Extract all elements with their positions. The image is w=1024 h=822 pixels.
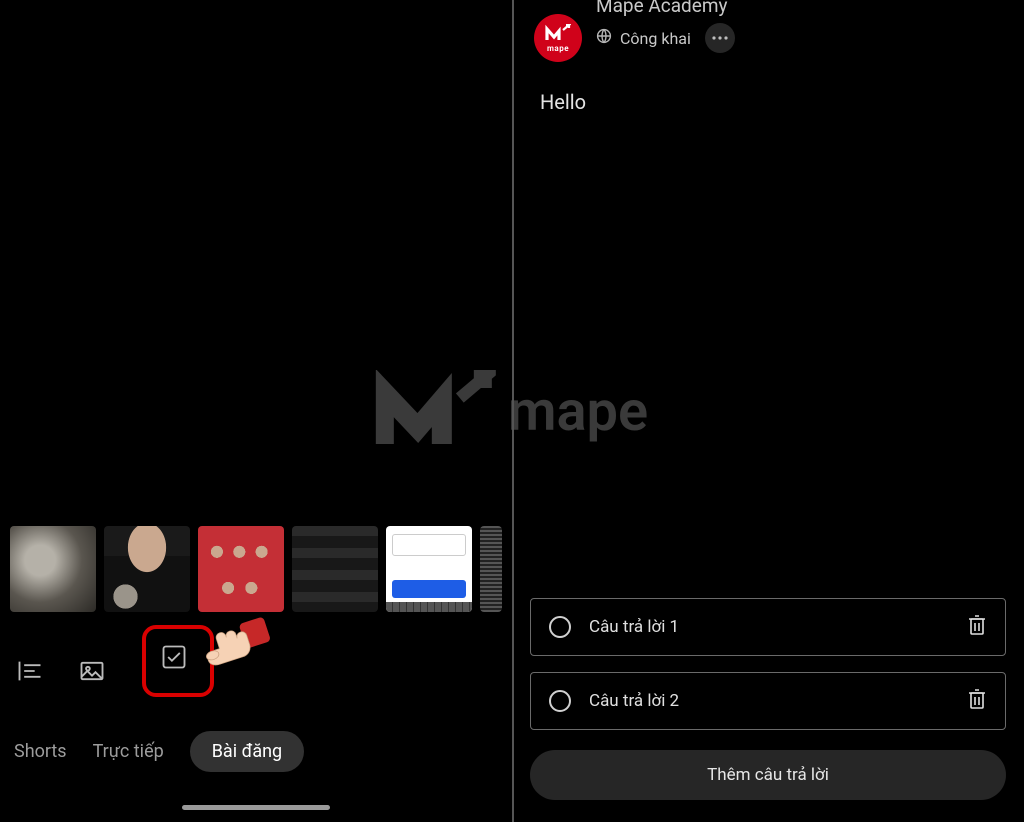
gallery-thumb-cat[interactable] [10,526,96,612]
image-icon[interactable] [78,657,106,685]
gallery-thumb-team[interactable] [198,526,284,612]
pointing-hand-icon [194,609,278,679]
gallery-thumb-form[interactable] [386,526,472,612]
left-pane: Shorts Trực tiếp Bài đăng [0,0,512,822]
tab-live[interactable]: Trực tiếp [93,741,164,762]
gallery-thumb-overflow[interactable] [480,526,502,612]
gallery-strip[interactable] [0,523,512,615]
tab-post[interactable]: Bài đăng [190,731,304,772]
poll-option-2-label: Câu trả lời 2 [589,691,949,711]
privacy-label[interactable]: Công khai [620,29,691,48]
radio-icon[interactable] [549,690,571,712]
gallery-thumb-person[interactable] [104,526,190,612]
radio-icon[interactable] [549,616,571,638]
profile-name[interactable]: Mape Academy [596,0,735,17]
poll-area: Câu trả lời 1 Câu trả lời 2 Thêm câu trả… [530,598,1006,800]
home-indicator [182,805,330,810]
tool-row [0,615,512,709]
add-poll-option-button[interactable]: Thêm câu trả lời [530,750,1006,800]
poll-check-icon[interactable] [160,643,188,671]
more-button[interactable] [705,23,735,53]
poll-option-1[interactable]: Câu trả lời 1 [530,598,1006,656]
avatar-logo-text: mape [547,44,569,53]
right-pane: mape Mape Academy Công khai Hello Câu tr… [512,0,1024,822]
delete-icon[interactable] [967,688,987,715]
align-left-icon[interactable] [16,657,44,685]
post-header: mape Mape Academy Công khai [512,0,1024,68]
poll-option-1-label: Câu trả lời 1 [589,617,949,637]
poll-option-2[interactable]: Câu trả lời 2 [530,672,1006,730]
globe-icon [596,28,612,48]
avatar-logo-icon [545,24,571,46]
delete-icon[interactable] [967,614,987,641]
pane-divider [512,0,514,822]
post-body-text[interactable]: Hello [512,68,1024,136]
avatar[interactable]: mape [534,14,582,62]
tab-shorts[interactable]: Shorts [14,741,67,762]
gallery-thumb-settings[interactable] [292,526,378,612]
